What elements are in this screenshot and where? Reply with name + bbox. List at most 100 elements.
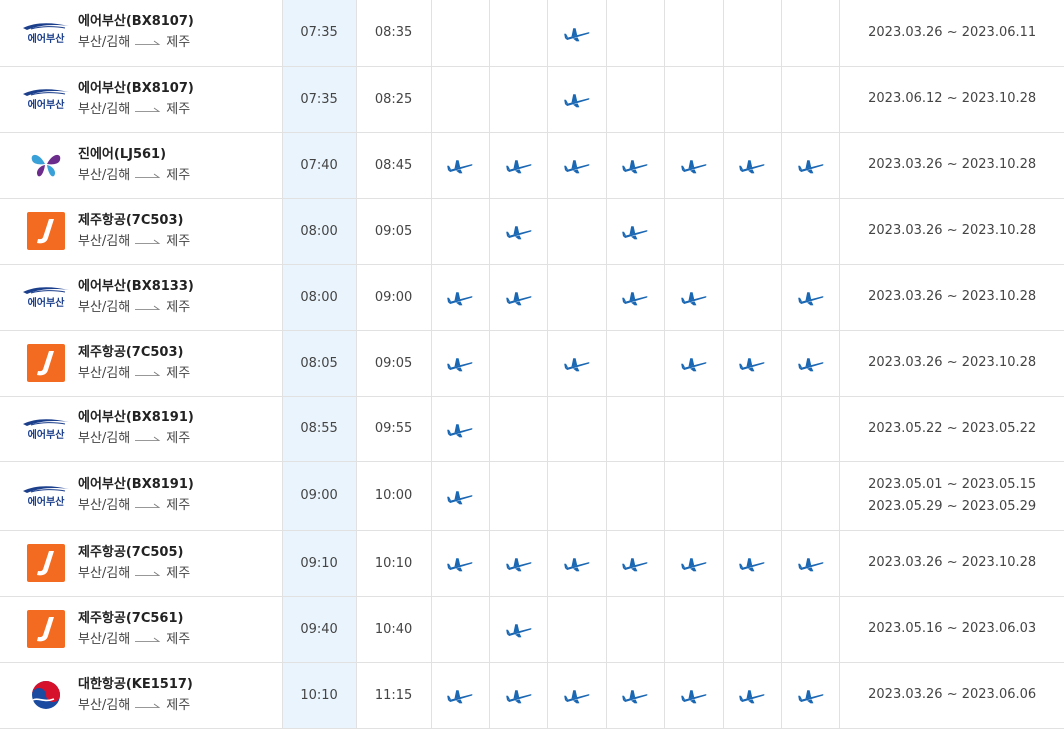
route-origin: 부산/김해 xyxy=(78,233,131,249)
airline-flight-name: 제주항공(7C561) xyxy=(78,610,184,626)
operating-day-2 xyxy=(547,461,607,531)
airline-cell: 제주항공(7C561) 부산/김해 제주 xyxy=(0,596,283,663)
route: 부산/김해 제주 xyxy=(78,32,194,53)
airbusan-logo-text: 에어부산 xyxy=(28,98,66,111)
arrival-time: 09:05 xyxy=(356,198,432,265)
route-arrow-icon xyxy=(135,297,161,318)
jinair-logo xyxy=(20,145,72,185)
route-arrow-icon xyxy=(135,363,161,384)
flight-schedule-table: 에어부산 에어부산(BX8107) 부산/김해 제주 07:35 08:35 2023.03… xyxy=(0,0,1064,729)
operating-period: 2023.05.16 ~ 2023.06.03 xyxy=(839,596,1064,663)
operating-day-4 xyxy=(664,66,724,133)
airplane-icon xyxy=(739,156,765,175)
operating-day-0 xyxy=(431,66,490,133)
flight-row: 에어부산 에어부산(BX8107) 부산/김해 제주 07:35 08:25 2023.06… xyxy=(0,66,1064,133)
airplane-icon xyxy=(797,686,824,705)
operating-day-1 xyxy=(489,530,549,597)
airplane-icon xyxy=(564,554,590,573)
operating-day-1 xyxy=(489,461,549,531)
operating-day-0 xyxy=(431,596,490,663)
operating-day-5 xyxy=(723,461,782,531)
airplane-icon xyxy=(622,686,648,705)
airplane-icon xyxy=(681,686,707,705)
operating-day-6 xyxy=(781,396,841,462)
airplane-icon xyxy=(564,90,590,109)
period-range: 2023.03.26 ~ 2023.10.28 xyxy=(868,157,1037,172)
operating-day-1 xyxy=(489,396,549,462)
flight-row: 진에어(LJ561) 부산/김해 제주 07:40 08:45 2023.03.26 ~ … xyxy=(0,132,1064,199)
departure-time: 09:40 xyxy=(282,596,357,663)
airplane-icon xyxy=(797,156,824,175)
route-origin: 부산/김해 xyxy=(78,35,131,51)
operating-day-3 xyxy=(606,396,666,462)
airplane-icon xyxy=(447,686,473,705)
operating-day-6 xyxy=(781,530,841,597)
route-destination: 제주 xyxy=(166,365,191,381)
route-destination: 제주 xyxy=(166,631,191,647)
departure-time: 08:55 xyxy=(282,396,357,462)
operating-day-3 xyxy=(606,132,666,199)
operating-day-6 xyxy=(781,330,841,397)
route: 부산/김해 제주 xyxy=(78,428,194,449)
airline-flight-name: 에어부산(BX8191) xyxy=(78,477,194,492)
route-arrow-icon xyxy=(135,32,161,53)
departure-time: 09:10 xyxy=(282,530,357,597)
jejuair-logo xyxy=(20,609,72,649)
operating-day-6 xyxy=(781,461,841,531)
airbusan-logo: 에어부산 xyxy=(20,277,72,317)
airline-cell: 제주항공(7C503) 부산/김해 제주 xyxy=(0,198,283,265)
route-destination: 제주 xyxy=(166,498,191,513)
airplane-icon xyxy=(622,156,648,175)
departure-time: 08:00 xyxy=(282,198,357,265)
airbusan-logo: 에어부산 xyxy=(20,476,72,516)
operating-day-0 xyxy=(431,0,490,67)
period-range: 2023.03.26 ~ 2023.10.28 xyxy=(868,223,1037,238)
flight-row: 제주항공(7C505) 부산/김해 제주 09:10 10:10 2023.03.26 ~… xyxy=(0,530,1064,597)
flight-row: 에어부산 에어부산(BX8191) 부산/김해 제주 09:00 10:00 2023.05… xyxy=(0,461,1064,531)
arrival-time: 10:10 xyxy=(356,530,432,597)
period-range: 2023.05.01 ~ 2023.05.15 xyxy=(868,476,1037,492)
airplane-icon xyxy=(681,354,707,373)
operating-day-3 xyxy=(606,330,666,397)
route-origin: 부산/김해 xyxy=(78,299,131,315)
operating-day-5 xyxy=(723,264,782,331)
route: 부산/김해 제주 xyxy=(78,363,190,384)
operating-day-4 xyxy=(664,662,724,729)
route-origin: 부산/김해 xyxy=(78,498,131,513)
route-destination: 제주 xyxy=(166,299,191,315)
route-destination: 제주 xyxy=(166,431,191,446)
operating-period: 2023.03.26 ~ 2023.10.28 xyxy=(839,530,1064,597)
airbusan-logo-text: 에어부산 xyxy=(28,428,66,441)
airplane-icon xyxy=(564,354,590,373)
jejuair-logo xyxy=(20,543,72,583)
operating-day-2 xyxy=(547,596,607,663)
operating-day-1 xyxy=(489,662,549,729)
operating-day-2 xyxy=(547,530,607,597)
route-arrow-icon xyxy=(135,695,161,716)
operating-day-0 xyxy=(431,198,490,265)
operating-day-5 xyxy=(723,0,782,67)
operating-day-6 xyxy=(781,264,841,331)
operating-day-4 xyxy=(664,461,724,531)
airplane-icon xyxy=(505,156,532,175)
airplane-icon xyxy=(447,486,473,505)
operating-day-0 xyxy=(431,461,490,531)
operating-period: 2023.03.26 ~ 2023.06.06 xyxy=(839,662,1064,729)
airplane-icon xyxy=(739,686,765,705)
airbusan-logo: 에어부산 xyxy=(20,13,72,53)
operating-day-3 xyxy=(606,530,666,597)
airline-flight-name: 대한항공(KE1517) xyxy=(78,676,193,692)
departure-time: 10:10 xyxy=(282,662,357,729)
operating-day-4 xyxy=(664,198,724,265)
route: 부산/김해 제주 xyxy=(78,495,194,516)
route: 부산/김해 제주 xyxy=(78,231,190,252)
operating-day-3 xyxy=(606,596,666,663)
operating-day-6 xyxy=(781,662,841,729)
operating-day-5 xyxy=(723,396,782,462)
airline-cell: 진에어(LJ561) 부산/김해 제주 xyxy=(0,132,283,199)
schedule-body: 에어부산 에어부산(BX8107) 부산/김해 제주 07:35 08:35 2023.03… xyxy=(0,0,1064,729)
period-range: 2023.03.26 ~ 2023.06.11 xyxy=(868,24,1037,40)
airplane-icon xyxy=(739,554,765,573)
operating-day-3 xyxy=(606,461,666,531)
operating-day-5 xyxy=(723,530,782,597)
